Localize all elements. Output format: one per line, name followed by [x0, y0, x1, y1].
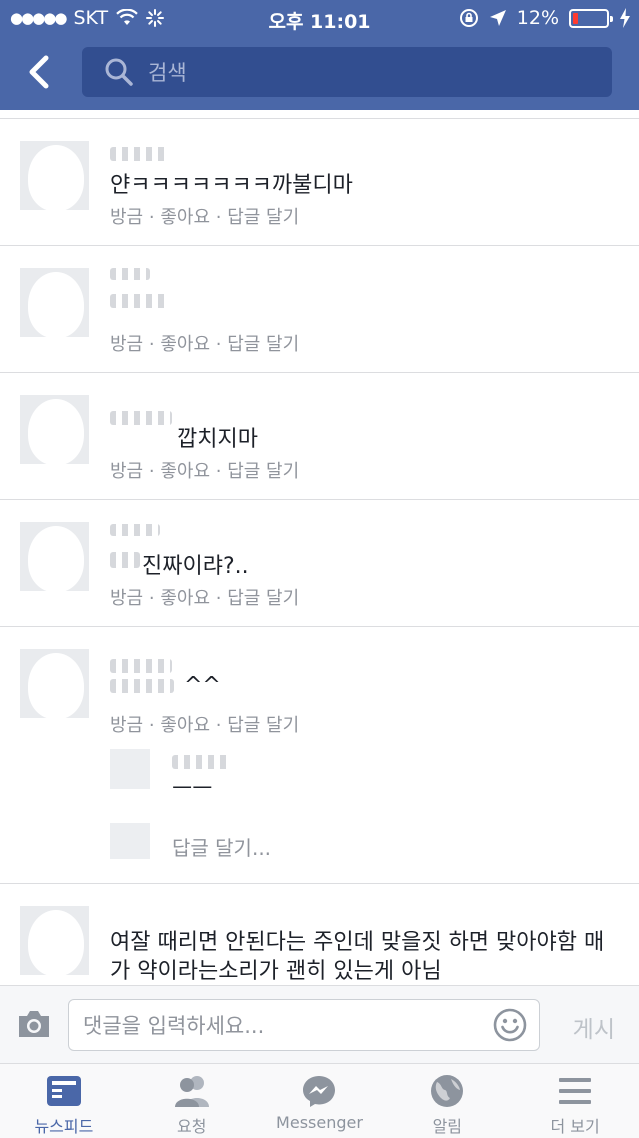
comment-input-placeholder: 댓글을 입력하세요... [83, 1014, 265, 1038]
like-link[interactable]: 좋아요 [160, 334, 210, 355]
battery-icon [569, 8, 613, 28]
comment-item: 진짜이랴?.. 방금 · 좋아요 · 답글 달기 [0, 500, 639, 627]
tab-label: 알림 [432, 1117, 463, 1136]
reply-text: ㅡㅡ [172, 777, 213, 802]
comment-list[interactable]: 얀ㅋㅋㅋㅋㅋㅋㅋ까불디마 방금 · 좋아요 · 답글 달기 방금 · 좋아요 ·… [0, 110, 639, 984]
comment-composer: 댓글을 입력하세요... 게시 [0, 985, 639, 1063]
comment-time: 방금 [110, 207, 144, 228]
like-link[interactable]: 좋아요 [160, 588, 210, 609]
avatar[interactable] [20, 906, 89, 975]
meta-separator: · [148, 715, 155, 736]
meta-separator: · [148, 207, 155, 228]
comment-item: ^^ 방금 · 좋아요 · 답글 달기 ㅡㅡ 답글 달기... [0, 627, 639, 884]
globe-icon [431, 1075, 464, 1107]
comment-time: 방금 [110, 334, 144, 355]
comment-text: 진짜이랴?.. [142, 554, 249, 579]
app-screen: ●●●●● SKT 오후 11:01 12% 검색 얀ㅋㅋㅋㅋㅋㅋㅋ까불디마 방… [0, 0, 639, 1138]
comment-text: 얀ㅋㅋㅋㅋㅋㅋㅋ까불디마 [110, 173, 353, 198]
tab-label: Messenger [276, 1113, 363, 1132]
messenger-icon [303, 1076, 336, 1107]
meta-separator: · [215, 334, 222, 355]
status-bar: ●●●●● SKT 오후 11:01 12% [0, 0, 639, 36]
reply-link[interactable]: 답글 달기 [227, 588, 299, 609]
like-link[interactable]: 좋아요 [160, 207, 210, 228]
comment-meta: 방금 · 좋아요 · 답글 달기 [110, 457, 299, 483]
camera-icon[interactable] [16, 1008, 52, 1040]
commenter-name-blurred [110, 552, 140, 568]
comment-meta: 방금 · 좋아요 · 답글 달기 [110, 711, 299, 737]
meta-separator: · [215, 588, 222, 609]
commenter-name[interactable] [110, 411, 172, 425]
reply-more-link[interactable]: 답글 달기... [172, 832, 271, 861]
commenter-name[interactable] [110, 147, 168, 161]
meta-separator: · [148, 334, 155, 355]
reply-avatar[interactable] [110, 749, 150, 789]
comment-text: 깝치지마 [177, 427, 258, 452]
tab-requests[interactable]: 요청 [128, 1064, 256, 1138]
menu-icon [559, 1078, 592, 1104]
avatar[interactable] [20, 649, 89, 718]
comment-text-blurred [110, 679, 174, 693]
post-button[interactable]: 게시 [573, 1010, 615, 1044]
smiley-icon[interactable] [493, 1008, 527, 1042]
tab-newsfeed[interactable]: 뉴스피드 [0, 1064, 128, 1138]
comment-item: 얀ㅋㅋㅋㅋㅋㅋㅋ까불디마 방금 · 좋아요 · 답글 달기 [0, 119, 639, 246]
comment-time: 방금 [110, 588, 144, 609]
friend-requests-icon [174, 1076, 209, 1107]
charging-bolt-icon [620, 8, 630, 28]
battery-percent: 12% [516, 7, 559, 29]
tab-more[interactable]: 더 보기 [511, 1064, 639, 1138]
meta-separator: · [215, 207, 222, 228]
tab-label: 뉴스피드 [34, 1117, 94, 1136]
commenter-name[interactable] [110, 268, 150, 280]
like-link[interactable]: 좋아요 [160, 715, 210, 736]
search-placeholder: 검색 [148, 61, 187, 85]
tab-bar: 뉴스피드 요청 Messenger 알림 더 보기 [0, 1063, 639, 1138]
comment-item: 깝치지마 방금 · 좋아요 · 답글 달기 [0, 373, 639, 500]
meta-separator: · [215, 715, 222, 736]
comment-text: ^^ [184, 673, 221, 698]
comment-input[interactable]: 댓글을 입력하세요... [68, 999, 540, 1051]
back-chevron-icon[interactable] [22, 52, 56, 92]
reply-name[interactable] [172, 755, 232, 769]
reply-link[interactable]: 답글 달기 [227, 461, 299, 482]
comment-text-blurred [110, 294, 170, 308]
comment-meta: 방금 · 좋아요 · 답글 달기 [110, 203, 299, 229]
meta-separator: · [148, 461, 155, 482]
comment-meta: 방금 · 좋아요 · 답글 달기 [110, 330, 299, 356]
tab-label: 요청 [176, 1117, 207, 1136]
search-bar[interactable]: 검색 [82, 47, 612, 97]
top-bar: ●●●●● SKT 오후 11:01 12% 검색 [0, 0, 639, 110]
status-right: 12% [459, 7, 631, 29]
reply-link[interactable]: 답글 달기 [227, 715, 299, 736]
newsfeed-icon [46, 1076, 81, 1106]
avatar[interactable] [20, 522, 89, 591]
comment-item: 방금 · 좋아요 · 답글 달기 [0, 246, 639, 373]
comment-time: 방금 [110, 461, 144, 482]
avatar[interactable] [20, 268, 89, 337]
my-avatar [110, 823, 150, 859]
comment-meta: 방금 · 좋아요 · 답글 달기 [110, 584, 299, 610]
meta-separator: · [148, 588, 155, 609]
commenter-name[interactable] [110, 524, 160, 536]
tab-label: 더 보기 [550, 1117, 600, 1136]
comment-time: 방금 [110, 715, 144, 736]
reply-link[interactable]: 답글 달기 [227, 207, 299, 228]
tab-notifications[interactable]: 알림 [383, 1064, 511, 1138]
comment-text: 여잘 때리면 안된다는 주인데 맞을짓 하면 맞아야함 매가 약이라는소리가 괜… [110, 930, 605, 984]
commenter-name[interactable] [110, 659, 172, 673]
reply-link[interactable]: 답글 달기 [227, 334, 299, 355]
tab-messenger[interactable]: Messenger [256, 1064, 384, 1138]
comment-item: 여잘 때리면 안된다는 주인데 맞을짓 하면 맞아야함 매가 약이라는소리가 괜… [0, 884, 639, 984]
like-link[interactable]: 좋아요 [160, 461, 210, 482]
meta-separator: · [215, 461, 222, 482]
search-icon [105, 58, 133, 86]
location-arrow-icon [489, 10, 506, 26]
rotation-lock-icon [459, 9, 478, 27]
avatar[interactable] [20, 395, 89, 464]
avatar[interactable] [20, 141, 89, 210]
